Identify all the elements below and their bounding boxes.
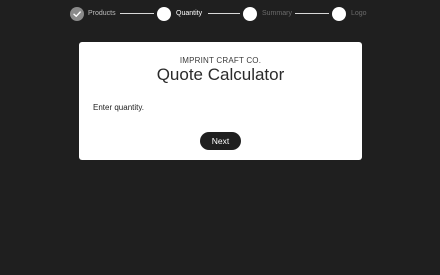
- step-quantity-dot: [157, 7, 171, 21]
- step-summary-label: Summary: [262, 10, 292, 17]
- step-logo-label: Logo: [351, 10, 367, 17]
- quantity-prompt: Enter quantity.: [93, 103, 144, 112]
- step-logo-dot: [332, 7, 346, 21]
- progress-stepper: Products Quantity Summary Logo: [70, 6, 370, 22]
- page-title: Quote Calculator: [156, 65, 285, 84]
- step-products-label: Products: [88, 10, 116, 17]
- step-quantity-label: Quantity: [176, 10, 203, 17]
- step-connector: [208, 13, 240, 14]
- step-products-check-icon: [70, 7, 84, 21]
- quote-card: IMPRINT CRAFT CO. Quote Calculator Enter…: [79, 42, 362, 160]
- brand-name: IMPRINT CRAFT CO.: [179, 56, 262, 65]
- step-connector: [295, 13, 329, 14]
- step-summary-dot: [243, 7, 257, 21]
- next-button[interactable]: Next: [200, 132, 241, 150]
- step-connector: [120, 13, 154, 14]
